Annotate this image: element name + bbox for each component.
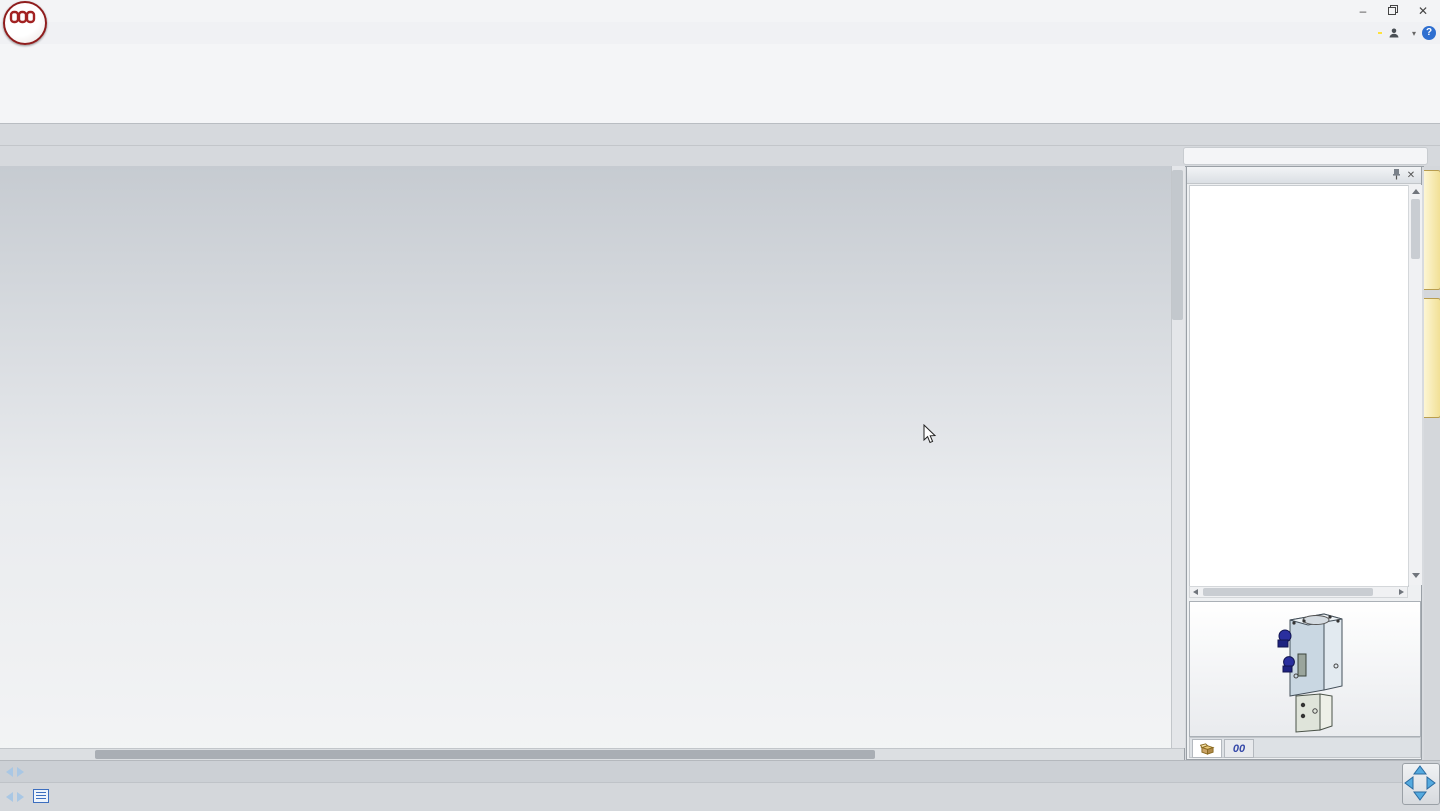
ribbon-tab-row: ▾ ? — [0, 22, 1440, 45]
model-tab-prev-icon[interactable] — [6, 767, 13, 777]
viewport-hscroll-thumb[interactable] — [95, 750, 875, 759]
panel-close-icon[interactable]: ✕ — [1404, 169, 1418, 182]
view-number-strip — [1183, 147, 1428, 165]
close-button[interactable]: ✕ — [1408, 0, 1438, 22]
status-bar — [0, 782, 1440, 811]
pan-arrows-icon — [1403, 764, 1437, 802]
bearbeitungen-panel: ✕ — [1186, 166, 1422, 760]
assembly-3d-scene — [0, 166, 1184, 748]
tree-scroll-left-icon[interactable] — [1193, 589, 1198, 595]
help-quick-icon[interactable]: ? — [1422, 26, 1436, 40]
panel-header: ✕ — [1187, 167, 1421, 184]
viewport-vscroll-thumb[interactable] — [1172, 170, 1183, 320]
stil-dropdown-caret[interactable]: ▾ — [1412, 29, 1416, 38]
model-tab-next-icon[interactable] — [17, 767, 24, 777]
part-preview-panel — [1189, 601, 1421, 737]
part-preview-image — [1190, 602, 1420, 736]
preview-tab-box[interactable] — [1192, 739, 1222, 758]
megacad-logo — [3, 1, 47, 45]
open-box-icon — [1200, 742, 1215, 755]
pan-navigation-button[interactable] — [1402, 763, 1440, 805]
pin-icon[interactable] — [1389, 169, 1403, 182]
mouse-cursor — [922, 424, 938, 444]
tree-hscroll-thumb[interactable] — [1203, 588, 1373, 596]
tree-scroll-up-icon[interactable] — [1412, 189, 1420, 194]
megacad-window: – ✕ ▾ ? — [0, 0, 1440, 811]
status-next-icon[interactable] — [17, 792, 24, 802]
tree-vscroll-thumb[interactable] — [1411, 199, 1420, 259]
megacad-logo-icon — [5, 3, 41, 39]
ribbon — [0, 44, 1440, 124]
tree-vscrollbar[interactable] — [1408, 185, 1422, 585]
rings-icon: 00 — [1233, 743, 1245, 755]
restore-icon — [1388, 5, 1398, 15]
side-tab-baugruppen-einfuegen[interactable] — [1424, 298, 1440, 418]
model-tab-strip — [0, 760, 1440, 783]
side-tab-bearbeitung-einfuegen[interactable] — [1424, 170, 1440, 290]
toolbar-row-1 — [0, 124, 1440, 146]
user-icon[interactable] — [1388, 27, 1400, 39]
tree-scroll-down-icon[interactable] — [1412, 573, 1420, 578]
tabrow-right-tools: ▾ ? — [1378, 24, 1436, 42]
layer-list-icon[interactable] — [33, 789, 49, 803]
preview-tab-rings[interactable]: 00 — [1224, 739, 1254, 758]
viewport-3d[interactable] — [0, 166, 1185, 760]
restore-button[interactable] — [1378, 0, 1408, 22]
title-bar: – ✕ — [0, 0, 1440, 23]
tree-scroll-right-icon[interactable] — [1399, 589, 1404, 595]
preview-tab-strip: 00 — [1189, 737, 1421, 758]
exe-badge — [1378, 32, 1382, 34]
minimize-button[interactable]: – — [1348, 0, 1378, 22]
mac-file-tree — [1189, 185, 1409, 587]
status-prev-icon[interactable] — [6, 792, 13, 802]
side-tab-strip — [1424, 166, 1440, 760]
